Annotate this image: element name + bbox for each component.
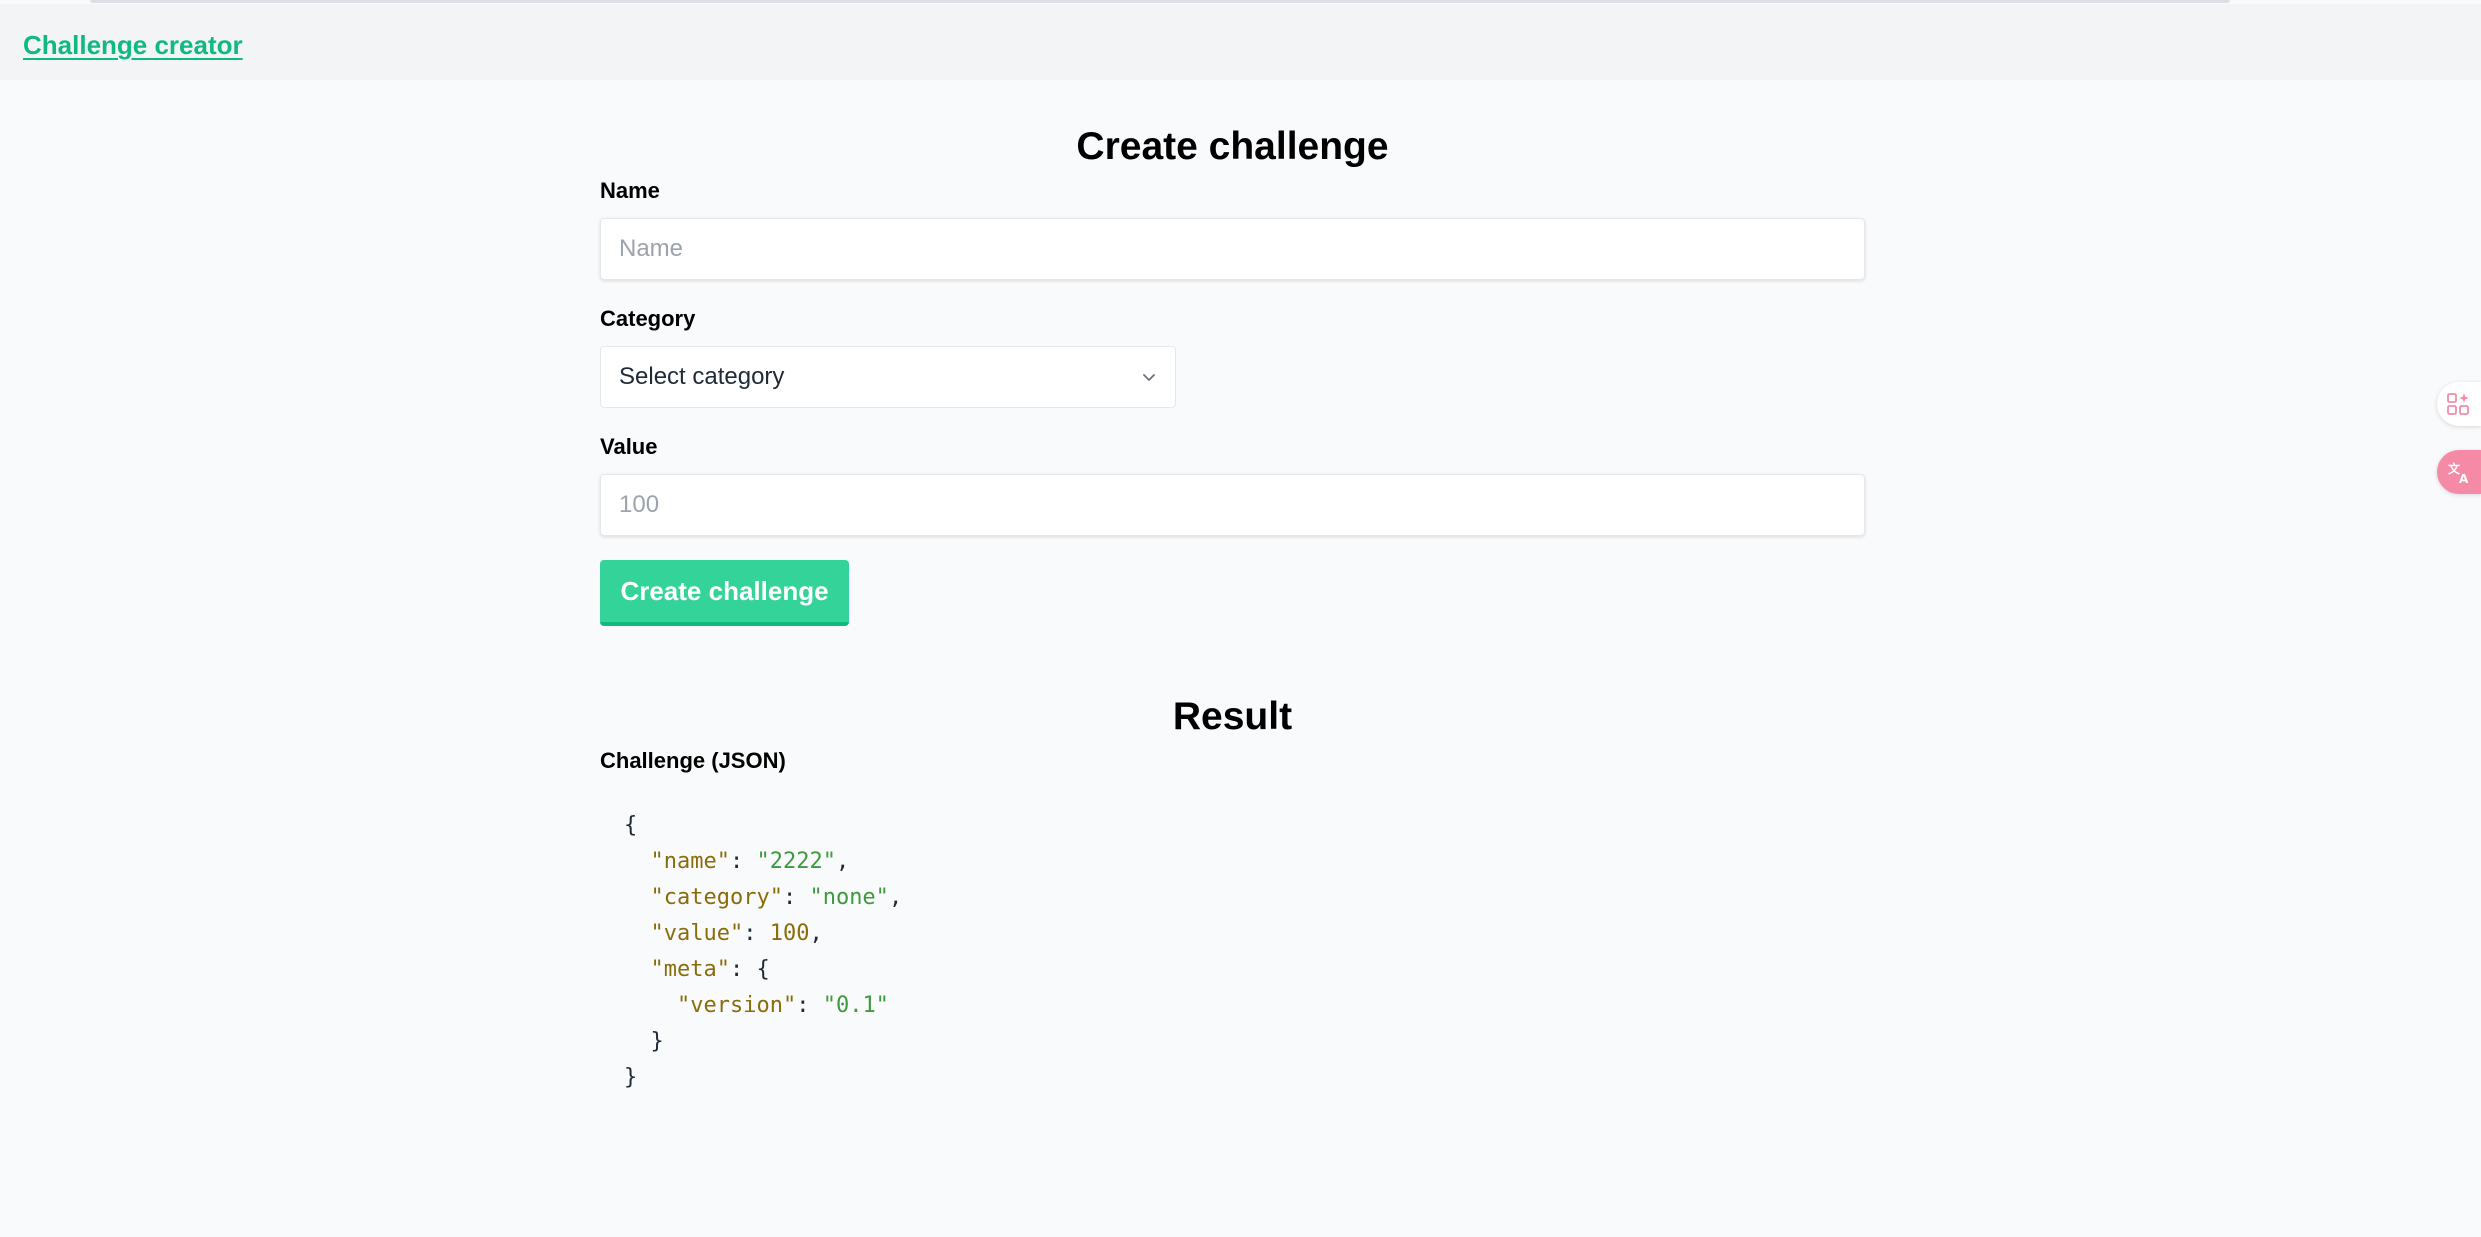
translate-button[interactable]: 文 A (2437, 450, 2481, 494)
json-label: Challenge (JSON) (600, 748, 786, 773)
svg-text:A: A (2459, 472, 2469, 486)
browser-top-strip (90, 0, 2230, 3)
json-key-version: "version" (676, 993, 797, 1018)
brand-link[interactable]: Challenge creator (23, 30, 243, 61)
value-input[interactable] (600, 474, 1865, 536)
json-value-name: "2222" (756, 849, 836, 874)
json-output: { "name": "2222", "category": "none", "v… (624, 813, 903, 1090)
json-key-value: "value" (650, 921, 744, 946)
json-key-name: "name" (650, 849, 730, 874)
category-select[interactable]: Select category (600, 346, 1176, 408)
category-selected-text: Select category (619, 363, 785, 390)
chevron-down-icon (1143, 374, 1155, 381)
name-label: Name (600, 178, 660, 203)
top-nav-bar: Challenge creator (0, 4, 2481, 80)
value-label: Value (600, 434, 658, 459)
json-value-value: 100 (769, 921, 810, 946)
result-title: Result (1172, 695, 1293, 738)
json-key-category: "category" (650, 885, 783, 910)
apps-sparkle-icon (2447, 393, 2469, 415)
translate-icon: 文 A (2448, 461, 2469, 486)
create-challenge-button[interactable]: Create challenge (600, 560, 849, 626)
json-key-meta: "meta" (650, 957, 730, 982)
json-value-category: "none" (809, 885, 889, 910)
apps-sparkle-button[interactable] (2437, 382, 2481, 426)
json-open-brace: { (624, 813, 638, 838)
name-input[interactable] (600, 218, 1865, 280)
json-value-version: "0.1" (822, 993, 889, 1018)
create-challenge-title: Create challenge (1076, 125, 1389, 168)
json-close-brace: } (624, 1065, 638, 1090)
category-label: Category (600, 306, 696, 331)
